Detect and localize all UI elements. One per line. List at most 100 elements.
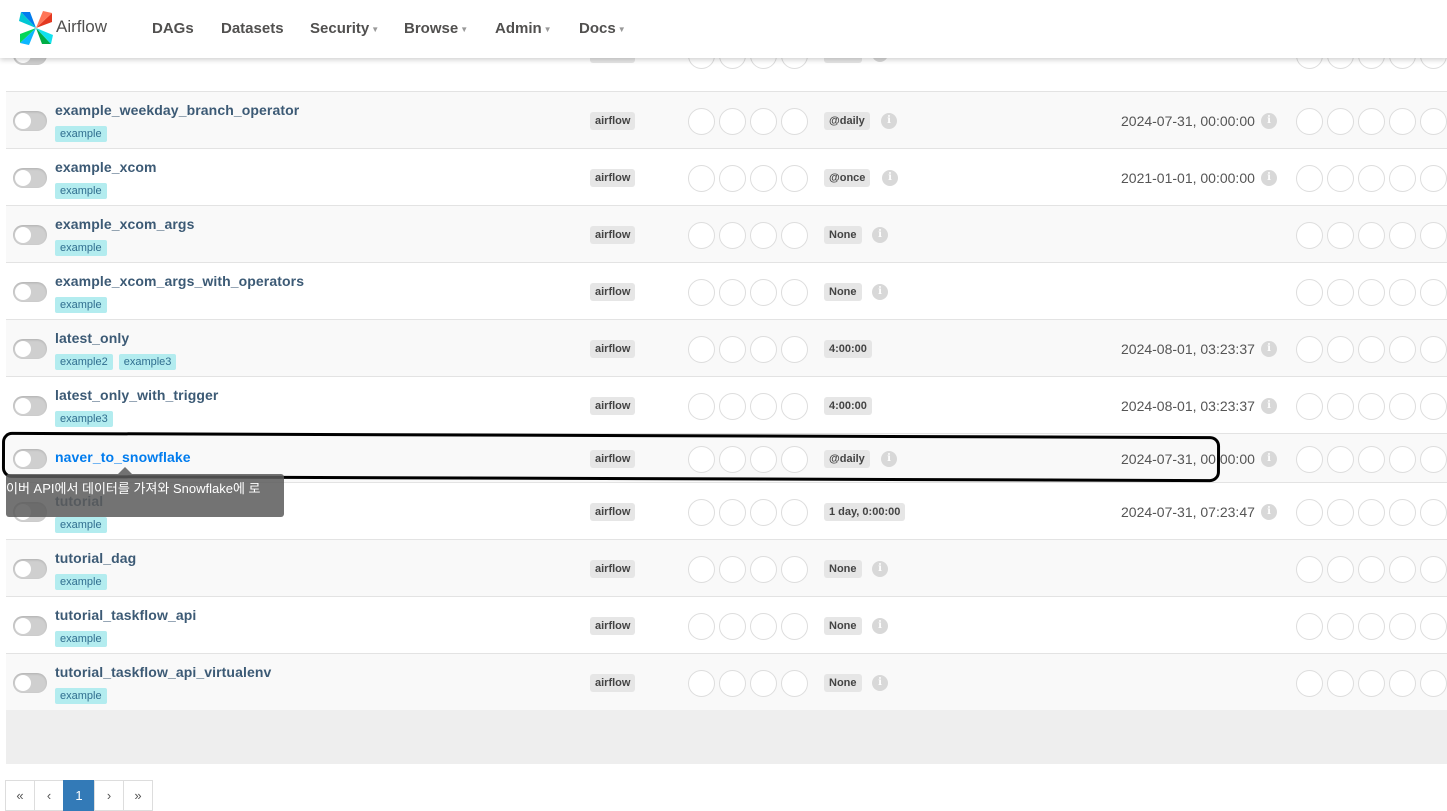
dag-tag[interactable]: example (55, 574, 107, 590)
task-state-circle[interactable] (1296, 278, 1323, 306)
task-state-circle[interactable] (1389, 555, 1416, 583)
dag-pause-toggle[interactable] (13, 338, 47, 359)
task-state-circle[interactable] (1327, 278, 1354, 306)
task-state-circle[interactable] (1420, 445, 1447, 473)
task-state-circle[interactable] (1296, 335, 1323, 363)
task-state-circle[interactable] (1420, 335, 1447, 363)
run-state-circle[interactable] (719, 669, 746, 697)
owner-badge[interactable]: airflow (590, 225, 636, 244)
task-state-circle[interactable] (1420, 498, 1447, 526)
info-icon[interactable]: i (881, 112, 897, 129)
task-state-circle[interactable] (1389, 107, 1416, 135)
task-state-circle[interactable] (1420, 669, 1447, 697)
dag-name-link[interactable]: tutorial_taskflow_api_virtualenv (55, 664, 271, 680)
run-state-circle[interactable] (688, 221, 715, 249)
run-state-circle[interactable] (781, 107, 808, 135)
info-icon[interactable]: i (1261, 450, 1277, 467)
task-state-circle[interactable] (1358, 498, 1385, 526)
dag-name-link[interactable]: example_weekday_branch_operator (55, 102, 299, 118)
info-icon[interactable]: i (872, 560, 888, 577)
dag-tag[interactable]: example (55, 688, 107, 704)
run-state-circle[interactable] (750, 612, 777, 640)
task-state-circle[interactable] (1389, 278, 1416, 306)
dag-name-link[interactable]: latest_only (55, 330, 129, 346)
task-state-circle[interactable] (1296, 221, 1323, 249)
dag-pause-toggle[interactable] (13, 110, 47, 131)
task-state-circle[interactable] (1327, 612, 1354, 640)
run-state-circle[interactable] (750, 278, 777, 306)
run-state-circle[interactable] (781, 555, 808, 583)
info-icon[interactable]: i (1261, 503, 1277, 520)
info-icon[interactable]: i (872, 226, 888, 243)
task-state-circle[interactable] (1389, 392, 1416, 420)
info-icon[interactable]: i (1261, 397, 1277, 414)
task-state-circle[interactable] (1420, 278, 1447, 306)
task-state-circle[interactable] (1296, 669, 1323, 697)
task-state-circle[interactable] (1358, 107, 1385, 135)
airflow-logo-icon[interactable] (17, 9, 55, 47)
dag-tag[interactable]: example2 (55, 354, 113, 370)
run-state-circle[interactable] (750, 164, 777, 192)
run-state-circle[interactable] (688, 669, 715, 697)
task-state-circle[interactable] (1389, 445, 1416, 473)
run-state-circle[interactable] (781, 164, 808, 192)
run-state-circle[interactable] (781, 669, 808, 697)
nav-security[interactable]: Security ▼ (310, 20, 379, 37)
dag-name-link[interactable]: example_xcom_args_with_operators (55, 273, 304, 289)
task-state-circle[interactable] (1358, 392, 1385, 420)
info-icon[interactable]: i (882, 169, 898, 186)
dag-name-link[interactable]: tutorial_taskflow_api (55, 607, 196, 623)
owner-badge[interactable]: airflow (590, 282, 636, 301)
run-state-circle[interactable] (688, 392, 715, 420)
nav-dags[interactable]: DAGs (152, 20, 194, 37)
task-state-circle[interactable] (1420, 555, 1447, 583)
task-state-circle[interactable] (1389, 164, 1416, 192)
info-icon[interactable]: i (872, 617, 888, 634)
prev-page-button[interactable]: ‹ (34, 780, 64, 811)
dag-name-link[interactable]: tutorial_dag (55, 550, 136, 566)
task-state-circle[interactable] (1327, 221, 1354, 249)
owner-badge[interactable]: airflow (590, 616, 636, 635)
task-state-circle[interactable] (1358, 669, 1385, 697)
task-state-circle[interactable] (1358, 164, 1385, 192)
task-state-circle[interactable] (1358, 221, 1385, 249)
last-page-button[interactable]: » (123, 780, 153, 811)
task-state-circle[interactable] (1296, 498, 1323, 526)
task-state-circle[interactable] (1389, 221, 1416, 249)
nav-browse[interactable]: Browse ▼ (404, 20, 468, 37)
dag-tag[interactable]: example (55, 517, 107, 533)
run-state-circle[interactable] (688, 612, 715, 640)
run-state-circle[interactable] (719, 498, 746, 526)
run-state-circle[interactable] (719, 221, 746, 249)
run-state-circle[interactable] (750, 221, 777, 249)
task-state-circle[interactable] (1296, 612, 1323, 640)
run-state-circle[interactable] (688, 335, 715, 363)
owner-badge[interactable]: airflow (590, 339, 636, 358)
task-state-circle[interactable] (1358, 278, 1385, 306)
task-state-circle[interactable] (1327, 445, 1354, 473)
dag-tag[interactable]: example (55, 183, 107, 199)
task-state-circle[interactable] (1420, 164, 1447, 192)
dag-pause-toggle[interactable] (13, 558, 47, 579)
task-state-circle[interactable] (1296, 445, 1323, 473)
owner-badge[interactable]: airflow (590, 396, 636, 415)
dag-pause-toggle[interactable] (13, 281, 47, 302)
run-state-circle[interactable] (781, 335, 808, 363)
task-state-circle[interactable] (1296, 107, 1323, 135)
dag-tag[interactable]: example (55, 297, 107, 313)
info-icon[interactable]: i (1261, 169, 1277, 186)
dag-pause-toggle[interactable] (13, 672, 47, 693)
owner-badge[interactable]: airflow (590, 673, 636, 692)
run-state-circle[interactable] (688, 555, 715, 583)
dag-name-link[interactable]: example_xcom (55, 159, 157, 175)
task-state-circle[interactable] (1327, 555, 1354, 583)
run-state-circle[interactable] (781, 278, 808, 306)
run-state-circle[interactable] (750, 498, 777, 526)
task-state-circle[interactable] (1358, 555, 1385, 583)
dag-tag[interactable]: example3 (55, 411, 113, 427)
task-state-circle[interactable] (1327, 164, 1354, 192)
info-icon[interactable]: i (1261, 112, 1277, 129)
dag-tag[interactable]: example (55, 631, 107, 647)
run-state-circle[interactable] (781, 221, 808, 249)
next-page-button[interactable]: › (94, 780, 124, 811)
